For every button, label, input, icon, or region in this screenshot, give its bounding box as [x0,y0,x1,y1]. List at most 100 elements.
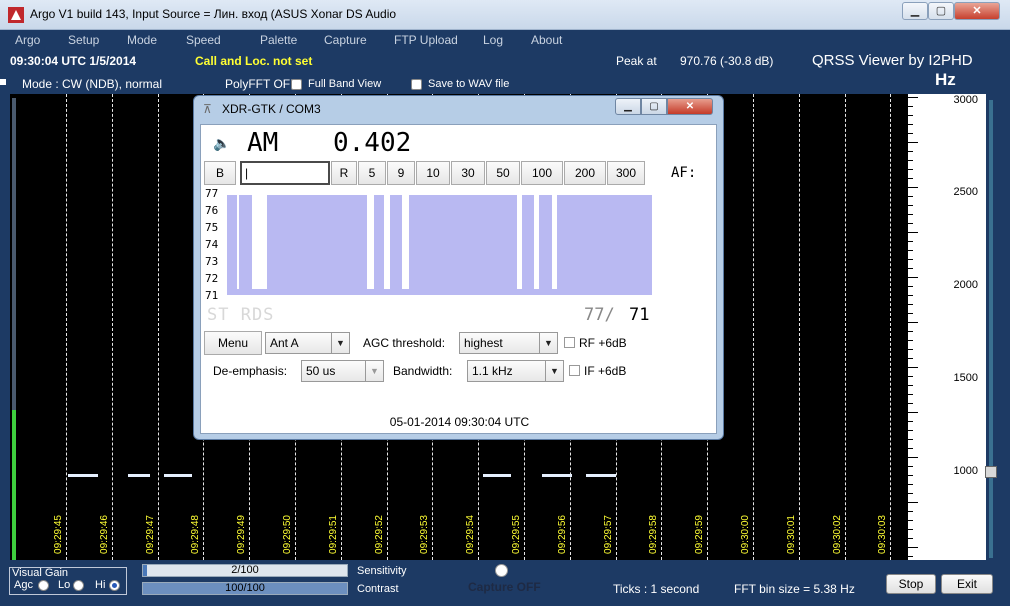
menu-ftp-upload[interactable]: FTP Upload [394,33,458,47]
capture-knob[interactable] [495,564,508,577]
frequency-input[interactable]: | [240,161,330,185]
step-button-100[interactable]: 100 [521,161,563,185]
ticks-label: Ticks : 1 second [613,582,700,596]
step-button-300[interactable]: 300 [607,161,645,185]
hi-radio[interactable] [109,580,120,591]
signal-segment [409,195,517,291]
close-button[interactable]: ✕ [954,2,1000,20]
lo-radio[interactable] [73,580,84,591]
y-label-74: 74 [205,238,219,251]
frequency-tick [908,502,918,503]
signal-segment [227,195,237,291]
time-label: 09:29:52 [374,515,385,554]
frequency-tick [908,520,913,521]
antenna-select[interactable]: Ant A ▼ [265,332,350,354]
menu-setup[interactable]: Setup [68,33,99,47]
y-label-73: 73 [205,255,219,268]
frequency-tick [908,511,913,512]
frequency-tick [908,304,913,305]
step-button-5[interactable]: 5 [358,161,386,185]
visual-gain-title: Visual Gain [12,567,69,579]
signal-segment [539,195,552,291]
full-band-checkbox[interactable] [291,79,302,90]
menu-about[interactable]: About [531,33,562,47]
hi-option-label: Hi [95,579,106,591]
chevron-down-icon: ▼ [365,361,383,381]
sensitivity-bar[interactable]: 2/100 [142,564,348,577]
menu-bar: Argo Setup Mode Speed Palette Capture FT… [0,30,1010,50]
contrast-bar[interactable]: 100/100 [142,582,348,595]
minimize-button[interactable]: ▁ [902,2,928,20]
frequency-tick [908,187,918,188]
y-label-72: 72 [205,272,219,285]
signal-segment [390,195,402,291]
sensitivity-fill [143,565,148,576]
time-label: 09:29:57 [603,515,614,554]
if-checkbox[interactable] [569,365,580,376]
menu-mode[interactable]: Mode [127,33,157,47]
frequency-tick [908,430,913,431]
dialog-maximize-button[interactable]: ▢ [641,98,667,115]
frequency-tick [908,178,913,179]
time-gridline [158,94,159,560]
mode-label: Mode : CW (NDB), normal [22,77,163,91]
dialog-close-button[interactable]: ✕ [667,98,713,115]
frequency-tick [908,466,913,467]
save-wav-label: Save to WAV file [428,78,510,90]
menu-log[interactable]: Log [483,33,503,47]
minimize-icon: ▁ [624,101,632,112]
menu-button[interactable]: Menu [204,331,262,355]
step-button-50[interactable]: 50 [486,161,520,185]
menu-speed[interactable]: Speed [186,33,221,47]
y-label-71: 71 [205,289,219,302]
vertical-slider-track[interactable] [989,100,993,558]
frequency-tick [908,313,913,314]
agc-select[interactable]: highest ▼ [459,332,558,354]
time-gridline [845,94,846,560]
vertical-slider-thumb[interactable] [985,466,997,478]
signal-segment [557,195,652,291]
agc-radio[interactable] [38,580,49,591]
exit-button[interactable]: Exit [941,574,993,594]
maximize-button[interactable]: ▢ [928,2,954,20]
maximize-icon: ▢ [649,101,659,112]
time-label: 09:29:59 [694,515,705,554]
deemphasis-label: De-emphasis: [213,364,288,378]
window-title: Argo V1 build 143, Input Source = Лин. в… [30,7,397,21]
frequency-label: 1000 [953,465,978,477]
time-gridline [66,94,67,560]
menu-argo[interactable]: Argo [15,33,40,47]
menu-palette[interactable]: Palette [260,33,297,47]
deemphasis-select[interactable]: 50 us ▼ [301,360,384,382]
if-label: IF +6dB [584,364,627,378]
y-label-75: 75 [205,221,219,234]
polyfft-status: PolyFFT OFF [225,77,298,91]
step-button-30[interactable]: 30 [451,161,485,185]
save-wav-checkbox[interactable] [411,79,422,90]
time-label: 09:29:58 [648,515,659,554]
step-button-200[interactable]: 200 [564,161,606,185]
frequency-tick [908,457,918,458]
mode-marker [0,79,6,85]
contrast-value: 100/100 [225,582,265,594]
signal-trace [586,474,616,477]
signal-baseline [227,289,652,295]
title-bar: Argo V1 build 143, Input Source = Лин. в… [0,0,1010,30]
capture-status: Capture OFF [468,580,541,594]
time-label: 09:30:01 [786,515,797,554]
frequency-tick [908,106,913,107]
frequency-tick [908,421,913,422]
menu-capture[interactable]: Capture [324,33,367,47]
step-button-b[interactable]: B [204,161,236,185]
signal-graph [227,191,652,295]
y-label-77: 77 [205,187,219,200]
frequency-tick [908,322,918,323]
step-button-r[interactable]: R [331,161,357,185]
bandwidth-select[interactable]: 1.1 kHz ▼ [467,360,564,382]
step-button-9[interactable]: 9 [387,161,415,185]
stop-button[interactable]: Stop [886,574,936,594]
dialog-minimize-button[interactable]: ▁ [615,98,641,115]
speaker-icon[interactable]: 🔈 [213,135,230,152]
rf-checkbox[interactable] [564,337,575,348]
step-button-10[interactable]: 10 [416,161,450,185]
